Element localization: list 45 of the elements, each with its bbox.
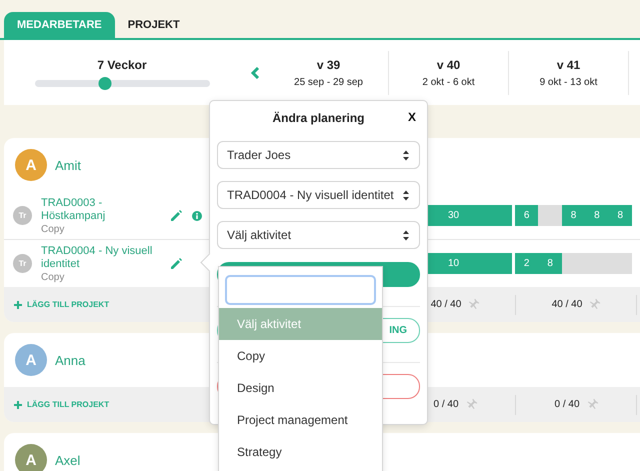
activity-label: Copy (41, 272, 66, 282)
booked-day: 8 (562, 205, 586, 226)
hours-total: 0 / 40 (554, 399, 580, 410)
week-dates: 25 sep - 29 sep (294, 76, 363, 88)
pencil-icon[interactable] (169, 209, 182, 222)
booked-day: 6 (515, 205, 538, 226)
hours-total: 40 / 40 (430, 299, 462, 310)
range-label: 7 Veckor (97, 58, 147, 72)
tab[interactable]: PROJEKT (114, 12, 193, 38)
select-field[interactable]: TRAD0004 - Ny visuell identitet (217, 181, 420, 209)
hours-total: 40 / 40 (552, 299, 582, 310)
avatar: A (15, 444, 47, 471)
project-avatar: Tr (13, 254, 32, 273)
sort-caret-icon (402, 190, 410, 200)
avatar: A (15, 149, 47, 181)
activity-label: Copy (41, 224, 66, 234)
dropdown-option[interactable]: Strategy (219, 436, 382, 468)
dropdown-option[interactable]: Design (219, 372, 382, 404)
select-field[interactable]: Trader Joes (217, 141, 420, 169)
booked-day: 8 (538, 253, 562, 274)
sort-caret-icon (402, 230, 410, 240)
popover-title: Ändra planering (272, 110, 364, 124)
dropdown-option[interactable]: Copy (219, 340, 382, 372)
booked-day: 8 (585, 205, 609, 226)
close-button[interactable]: X (408, 110, 416, 124)
pencil-icon[interactable] (169, 257, 182, 270)
search-field[interactable] (225, 275, 376, 305)
avatar: A (15, 344, 47, 376)
plus-icon (14, 400, 22, 408)
slider-thumb[interactable] (98, 77, 111, 90)
week-dates: 2 okt - 6 okt (422, 76, 475, 88)
week-dates: 9 okt - 13 okt (540, 76, 598, 88)
booked-day: 2 (515, 253, 538, 274)
hours-total: 0 / 40 (433, 399, 459, 410)
week-label: v 40 (436, 58, 460, 72)
dropdown-option[interactable]: Project management (219, 404, 382, 436)
slider-track[interactable] (34, 80, 210, 87)
previous-chevron-icon[interactable] (250, 66, 260, 78)
select-field[interactable]: Välj aktivitet (217, 221, 420, 249)
booked-day: 8 (608, 205, 632, 226)
sort-caret-icon (402, 150, 410, 160)
project-avatar: Tr (13, 206, 32, 225)
week-label: v 39 (316, 58, 340, 72)
plus-icon (14, 300, 22, 308)
week-label: v 41 (556, 58, 580, 72)
